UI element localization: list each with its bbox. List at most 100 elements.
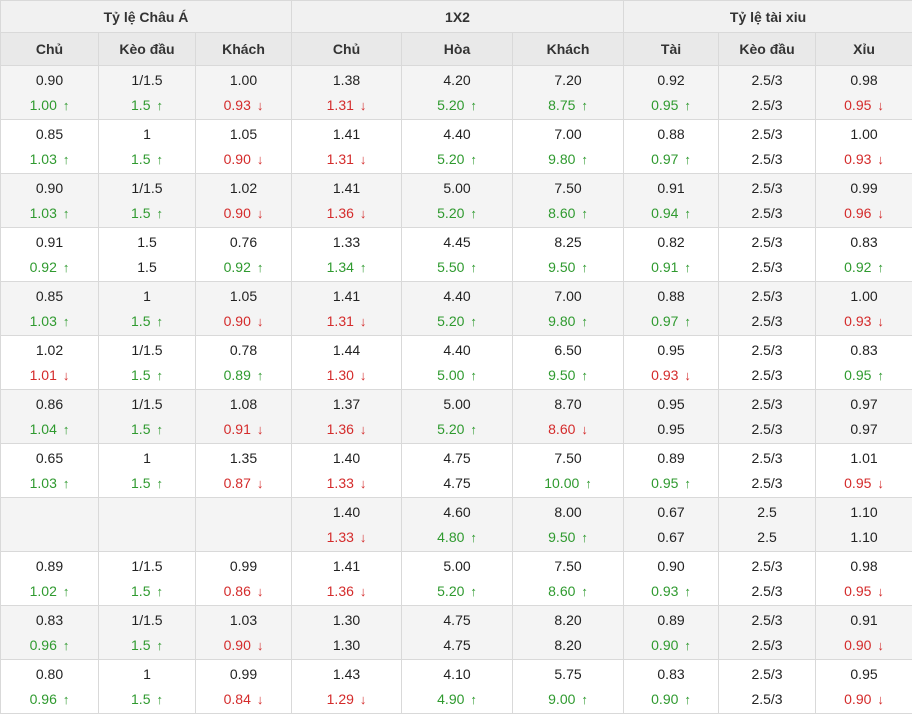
odds-cell[interactable]: 1.030.90↓ bbox=[196, 606, 292, 660]
odds-cell[interactable]: 2.5/32.5/3 bbox=[719, 444, 816, 498]
odds-cell[interactable] bbox=[196, 498, 292, 552]
odds-cell[interactable]: 5.005.20↑ bbox=[402, 390, 513, 444]
odds-cell[interactable]: 6.509.50↑ bbox=[513, 336, 624, 390]
odds-cell[interactable]: 5.005.20↑ bbox=[402, 174, 513, 228]
odds-cell[interactable]: 0.760.92↑ bbox=[196, 228, 292, 282]
odds-cell[interactable]: 0.890.90↑ bbox=[624, 606, 719, 660]
odds-cell[interactable]: 1.431.29↓ bbox=[292, 660, 402, 714]
table-row[interactable]: 1.021.01↓1/1.51.5↑0.780.89↑1.441.30↓4.40… bbox=[1, 336, 912, 390]
odds-cell[interactable]: 1.020.90↓ bbox=[196, 174, 292, 228]
odds-cell[interactable]: 0.950.93↓ bbox=[624, 336, 719, 390]
odds-cell[interactable]: 8.259.50↑ bbox=[513, 228, 624, 282]
odds-cell[interactable]: 2.52.5 bbox=[719, 498, 816, 552]
odds-cell[interactable]: 1.331.34↑ bbox=[292, 228, 402, 282]
odds-cell[interactable]: 1/1.51.5↑ bbox=[99, 66, 196, 120]
odds-cell[interactable]: 11.5↑ bbox=[99, 660, 196, 714]
odds-cell[interactable]: 0.980.95↓ bbox=[816, 552, 912, 606]
odds-cell[interactable]: 4.405.00↑ bbox=[402, 336, 513, 390]
odds-cell[interactable]: 0.910.90↓ bbox=[816, 606, 912, 660]
odds-cell[interactable]: 0.950.95 bbox=[624, 390, 719, 444]
odds-cell[interactable]: 4.205.20↑ bbox=[402, 66, 513, 120]
odds-cell[interactable]: 1.381.31↓ bbox=[292, 66, 402, 120]
odds-cell[interactable]: 0.990.84↓ bbox=[196, 660, 292, 714]
odds-cell[interactable]: 1.401.33↓ bbox=[292, 444, 402, 498]
odds-cell[interactable]: 1.000.93↓ bbox=[816, 282, 912, 336]
odds-cell[interactable]: 0.990.86↓ bbox=[196, 552, 292, 606]
table-row[interactable]: 1.401.33↓4.604.80↑8.009.50↑0.670.672.52.… bbox=[1, 498, 912, 552]
odds-cell[interactable]: 1.080.91↓ bbox=[196, 390, 292, 444]
odds-cell[interactable]: 0.901.03↑ bbox=[1, 174, 99, 228]
odds-cell[interactable]: 2.5/32.5/3 bbox=[719, 552, 816, 606]
odds-cell[interactable]: 1.411.31↓ bbox=[292, 120, 402, 174]
table-row[interactable]: 0.901.00↑1/1.51.5↑1.000.93↓1.381.31↓4.20… bbox=[1, 66, 912, 120]
odds-cell[interactable]: 0.670.67 bbox=[624, 498, 719, 552]
odds-cell[interactable]: 2.5/32.5/3 bbox=[719, 606, 816, 660]
table-row[interactable]: 0.910.92↑1.51.50.760.92↑1.331.34↑4.455.5… bbox=[1, 228, 912, 282]
odds-cell[interactable]: 0.980.95↓ bbox=[816, 66, 912, 120]
odds-cell[interactable]: 0.901.00↑ bbox=[1, 66, 99, 120]
odds-cell[interactable] bbox=[1, 498, 99, 552]
odds-cell[interactable]: 2.5/32.5/3 bbox=[719, 228, 816, 282]
odds-cell[interactable]: 0.920.95↑ bbox=[624, 66, 719, 120]
odds-cell[interactable]: 2.5/32.5/3 bbox=[719, 174, 816, 228]
odds-cell[interactable]: 4.455.50↑ bbox=[402, 228, 513, 282]
odds-cell[interactable]: 0.990.96↓ bbox=[816, 174, 912, 228]
odds-cell[interactable]: 1.050.90↓ bbox=[196, 282, 292, 336]
table-row[interactable]: 0.851.03↑11.5↑1.050.90↓1.411.31↓4.405.20… bbox=[1, 120, 912, 174]
odds-cell[interactable]: 1.021.01↓ bbox=[1, 336, 99, 390]
odds-cell[interactable]: 1.51.5 bbox=[99, 228, 196, 282]
odds-cell[interactable]: 0.830.92↑ bbox=[816, 228, 912, 282]
odds-cell[interactable]: 0.970.97 bbox=[816, 390, 912, 444]
odds-cell[interactable]: 0.830.95↑ bbox=[816, 336, 912, 390]
odds-cell[interactable]: 11.5↑ bbox=[99, 120, 196, 174]
table-row[interactable]: 0.861.04↑1/1.51.5↑1.080.91↓1.371.36↓5.00… bbox=[1, 390, 912, 444]
odds-cell[interactable]: 1/1.51.5↑ bbox=[99, 390, 196, 444]
odds-cell[interactable]: 2.5/32.5/3 bbox=[719, 336, 816, 390]
odds-cell[interactable]: 0.820.91↑ bbox=[624, 228, 719, 282]
odds-cell[interactable]: 0.830.90↑ bbox=[624, 660, 719, 714]
odds-cell[interactable]: 0.651.03↑ bbox=[1, 444, 99, 498]
odds-cell[interactable] bbox=[99, 498, 196, 552]
odds-cell[interactable]: 8.208.20 bbox=[513, 606, 624, 660]
table-row[interactable]: 0.830.96↑1/1.51.5↑1.030.90↓1.301.304.754… bbox=[1, 606, 912, 660]
table-row[interactable]: 0.651.03↑11.5↑1.350.87↓1.401.33↓4.754.75… bbox=[1, 444, 912, 498]
table-row[interactable]: 0.891.02↑1/1.51.5↑0.990.86↓1.411.36↓5.00… bbox=[1, 552, 912, 606]
table-row[interactable]: 0.800.96↑11.5↑0.990.84↓1.431.29↓4.104.90… bbox=[1, 660, 912, 714]
odds-cell[interactable]: 0.880.97↑ bbox=[624, 120, 719, 174]
odds-cell[interactable]: 2.5/32.5/3 bbox=[719, 282, 816, 336]
odds-cell[interactable]: 1.411.36↓ bbox=[292, 174, 402, 228]
odds-cell[interactable]: 4.604.80↑ bbox=[402, 498, 513, 552]
odds-cell[interactable]: 0.880.97↑ bbox=[624, 282, 719, 336]
odds-cell[interactable]: 1.000.93↓ bbox=[196, 66, 292, 120]
odds-cell[interactable]: 5.759.00↑ bbox=[513, 660, 624, 714]
odds-cell[interactable]: 1/1.51.5↑ bbox=[99, 552, 196, 606]
odds-cell[interactable]: 1.050.90↓ bbox=[196, 120, 292, 174]
odds-cell[interactable]: 0.830.96↑ bbox=[1, 606, 99, 660]
odds-cell[interactable]: 11.5↑ bbox=[99, 444, 196, 498]
odds-cell[interactable]: 2.5/32.5/3 bbox=[719, 390, 816, 444]
table-row[interactable]: 0.851.03↑11.5↑1.050.90↓1.411.31↓4.405.20… bbox=[1, 282, 912, 336]
odds-cell[interactable]: 1/1.51.5↑ bbox=[99, 174, 196, 228]
odds-cell[interactable]: 0.950.90↓ bbox=[816, 660, 912, 714]
table-row[interactable]: 0.901.03↑1/1.51.5↑1.020.90↓1.411.36↓5.00… bbox=[1, 174, 912, 228]
odds-cell[interactable]: 7.009.80↑ bbox=[513, 282, 624, 336]
odds-cell[interactable]: 2.5/32.5/3 bbox=[719, 120, 816, 174]
odds-cell[interactable]: 2.5/32.5/3 bbox=[719, 66, 816, 120]
odds-cell[interactable]: 8.708.60↓ bbox=[513, 390, 624, 444]
odds-cell[interactable]: 4.405.20↑ bbox=[402, 282, 513, 336]
odds-cell[interactable]: 0.851.03↑ bbox=[1, 282, 99, 336]
odds-cell[interactable]: 0.910.92↑ bbox=[1, 228, 99, 282]
odds-cell[interactable]: 7.5010.00↑ bbox=[513, 444, 624, 498]
odds-cell[interactable]: 0.890.95↑ bbox=[624, 444, 719, 498]
odds-cell[interactable]: 1/1.51.5↑ bbox=[99, 606, 196, 660]
odds-cell[interactable]: 1.101.10 bbox=[816, 498, 912, 552]
odds-cell[interactable]: 1.000.93↓ bbox=[816, 120, 912, 174]
odds-cell[interactable]: 5.005.20↑ bbox=[402, 552, 513, 606]
odds-cell[interactable]: 8.009.50↑ bbox=[513, 498, 624, 552]
odds-cell[interactable]: 1/1.51.5↑ bbox=[99, 336, 196, 390]
odds-cell[interactable]: 0.780.89↑ bbox=[196, 336, 292, 390]
odds-cell[interactable]: 2.5/32.5/3 bbox=[719, 660, 816, 714]
odds-cell[interactable]: 11.5↑ bbox=[99, 282, 196, 336]
odds-cell[interactable]: 7.009.80↑ bbox=[513, 120, 624, 174]
odds-cell[interactable]: 0.861.04↑ bbox=[1, 390, 99, 444]
